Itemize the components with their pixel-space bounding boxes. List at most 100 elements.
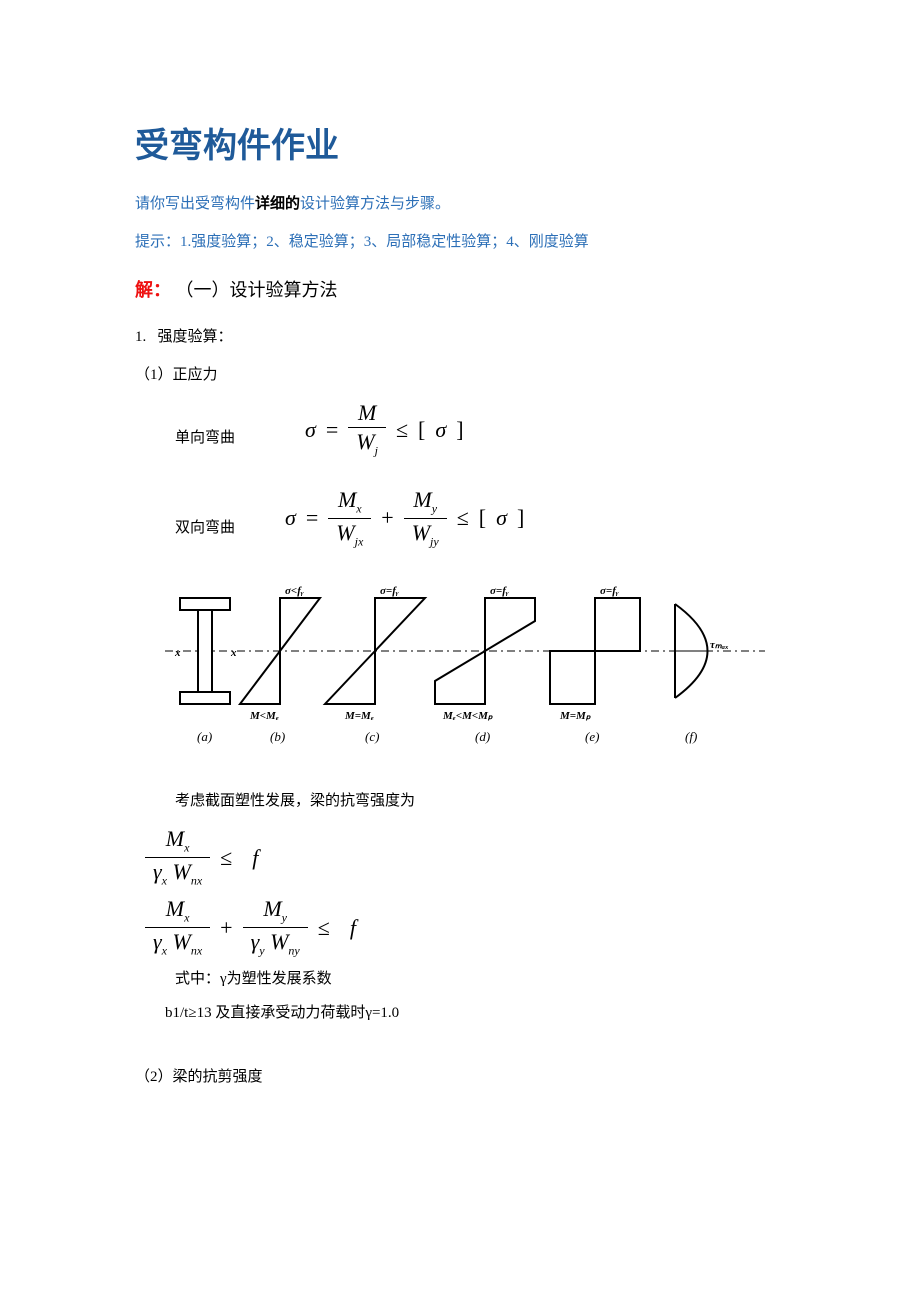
label-c: (c)	[365, 729, 379, 744]
plus-sign: +	[220, 910, 232, 945]
lbracket: [	[479, 500, 486, 535]
eq4-math: Mx γx Wnx + My γy Wny ≤ f	[145, 897, 790, 957]
eq4-den1-gsub: x	[162, 943, 167, 957]
eq1-fraction: M Wj	[348, 401, 386, 458]
eq1-numerator: M	[350, 401, 384, 427]
eq4-den1-W: W	[173, 929, 191, 954]
eq2-num2-M: M	[413, 487, 431, 512]
eq3-math: Mx γx Wnx ≤ f	[145, 827, 790, 887]
diagram-f-tau: τₘₐₓ	[710, 639, 729, 651]
eq2-den2: Wjy	[404, 518, 447, 549]
prompt-pre: 请你写出受弯构件	[135, 196, 255, 212]
diagram-c-top: σ=fᵧ	[380, 585, 399, 597]
eq4-num1-M: M	[166, 896, 184, 921]
gamma-note: 式中：γ为塑性发展系数	[175, 967, 790, 991]
equals-sign: =	[326, 412, 338, 447]
eq4-num2-sub: y	[282, 911, 287, 925]
label-f: (f)	[685, 729, 697, 744]
eq2-frac-1: Mx Wjx	[328, 488, 371, 548]
eq4-num2: My	[255, 897, 295, 927]
eq4-den2-W: W	[270, 929, 288, 954]
equation-biaxial: 双向弯曲 σ = Mx Wjx + My Wjy ≤	[135, 488, 790, 548]
equals-sign: =	[306, 500, 318, 535]
diagram-b-bottom: M<Mₑ	[249, 710, 279, 722]
x-label-right: x	[230, 647, 237, 659]
section-heading: 解： （一）设计验算方法	[135, 276, 790, 305]
diagram-d-bottom: Mₑ<M<Mₚ	[442, 710, 493, 722]
equation-3: Mx γx Wnx ≤ f	[145, 827, 790, 887]
eq4-frac-1: Mx γx Wnx	[145, 897, 210, 957]
stress-distribution-diagram: x x σ<fᵧ M<Mₑ σ=fᵧ M=Mₑ	[165, 576, 765, 751]
lbracket: [	[418, 412, 425, 447]
eq4-num1-sub: x	[184, 911, 189, 925]
eq1-math: σ = M Wj ≤ [ σ ]	[305, 401, 464, 458]
diagram-c-bottom: M=Mₑ	[344, 710, 374, 722]
eq2-den2-sub: jy	[430, 534, 439, 548]
eq3-frac: Mx γx Wnx	[145, 827, 210, 887]
diagram-e-plastic: σ=fᵧ M=Mₚ	[550, 585, 640, 722]
eq4-frac-2: My γy Wny	[243, 897, 308, 957]
eq4-f: f	[350, 910, 356, 945]
x-label-left: x	[174, 647, 181, 659]
prompt-bold: 详细的	[255, 196, 300, 212]
equation-uniaxial: 单向弯曲 σ = M Wj ≤ [ σ ]	[135, 401, 790, 458]
eq2-num1: Mx	[330, 488, 370, 518]
solution-label: 解：	[135, 280, 171, 300]
diagram-f-shear: τₘₐₓ	[675, 604, 729, 698]
eq4-den2-gsub: y	[259, 943, 264, 957]
le-sign: ≤	[318, 910, 330, 945]
diagram-e-top: σ=fᵧ	[600, 585, 619, 597]
diagram-d-elastoplastic: σ=fᵧ Mₑ<M<Mₚ	[435, 585, 535, 722]
eq2-num2-sub: y	[432, 501, 437, 515]
eq1-den-W: W	[356, 429, 374, 454]
diagram-b-top: σ<fᵧ	[285, 585, 304, 597]
diagram-b-elastic: σ<fᵧ M<Mₑ	[240, 585, 320, 722]
eq2-den1-W: W	[336, 520, 354, 545]
equation-4: Mx γx Wnx + My γy Wny ≤ f	[145, 897, 790, 957]
eq2-label: 双向弯曲	[175, 516, 235, 548]
diagram-d-top: σ=fᵧ	[490, 585, 509, 597]
eq2-num2: My	[405, 488, 445, 518]
eq2-frac-2: My Wjy	[404, 488, 447, 548]
eq1-denominator: Wj	[348, 427, 386, 458]
sub-1-1: （1）正应力	[135, 363, 790, 387]
eq3-den-g: γ	[153, 859, 162, 884]
le-sign: ≤	[457, 500, 469, 535]
eq4-num2-M: M	[263, 896, 281, 921]
prompt-line: 请你写出受弯构件详细的设计验算方法与步骤。	[135, 192, 790, 216]
eq4-den1: γx Wnx	[145, 927, 210, 958]
eq2-den1-sub: jx	[355, 534, 364, 548]
sigma-symbol: σ	[305, 412, 316, 447]
eq2-num1-sub: x	[356, 501, 361, 515]
sigma-symbol-2: σ	[496, 500, 507, 535]
item-1-num: 1.	[135, 329, 146, 345]
le-sign: ≤	[220, 840, 232, 875]
label-b: (b)	[270, 729, 285, 744]
rbracket: ]	[456, 412, 463, 447]
eq4-num1: Mx	[158, 897, 198, 927]
rbracket: ]	[517, 500, 524, 535]
eq3-den: γx Wnx	[145, 857, 210, 888]
eq3-num: Mx	[158, 827, 198, 857]
label-d: (d)	[475, 729, 490, 744]
eq2-den1: Wjx	[328, 518, 371, 549]
eq2-math: σ = Mx Wjx + My Wjy ≤ [ σ	[285, 488, 524, 548]
sigma-symbol: σ	[285, 500, 296, 535]
eq3-den-W: W	[173, 859, 191, 884]
item-1-text: 强度验算：	[158, 329, 233, 345]
document-page: 受弯构件作业 请你写出受弯构件详细的设计验算方法与步骤。 提示：1.强度验算；2…	[0, 0, 920, 1163]
eq4-den1-Wsub: nx	[191, 943, 202, 957]
eq1-label: 单向弯曲	[175, 426, 235, 458]
label-a: (a)	[197, 729, 212, 744]
eq4-den2-g: γ	[251, 929, 260, 954]
hint-line: 提示：1.强度验算；2、稳定验算；3、局部稳定性验算；4、刚度验算	[135, 230, 790, 254]
eq3-f: f	[252, 840, 258, 875]
diagram-e-bottom: M=Mₚ	[559, 710, 591, 722]
eq3-den-Wsub: nx	[191, 873, 202, 887]
eq4-den2-Wsub: ny	[288, 943, 299, 957]
eq3-den-gsub: x	[162, 873, 167, 887]
plus-sign: +	[381, 500, 393, 535]
eq4-den2: γy Wny	[243, 927, 308, 958]
prompt-post: 设计验算方法与步骤。	[300, 196, 450, 212]
section-1-title: （一）设计验算方法	[176, 280, 338, 300]
